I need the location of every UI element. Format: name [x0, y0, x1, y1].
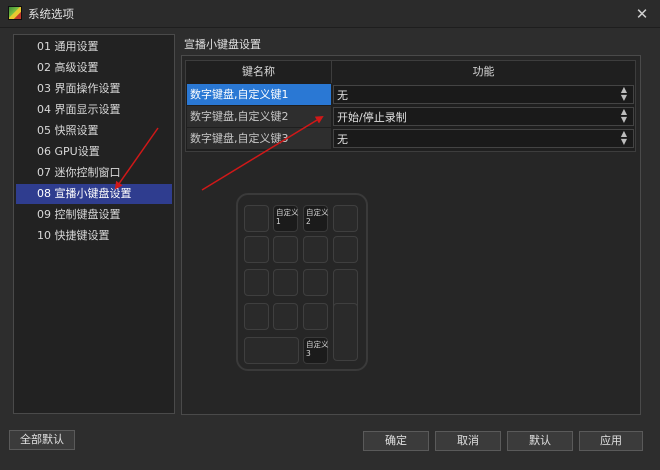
custom-key-3[interactable]: 自定义 3 [303, 337, 329, 364]
custom-key-number: 1 [276, 217, 281, 226]
sidebar-item-ui-operation[interactable]: 03 界面操作设置 [16, 79, 172, 99]
sidebar-item-general[interactable]: 01 通用设置 [16, 37, 172, 57]
updown-arrows-icon: ▲ ▼ [620, 129, 627, 146]
function-select[interactable]: 无 ▲ ▼ [333, 129, 634, 148]
keypad-key [244, 269, 269, 296]
sidebar-item-mini-keypad[interactable]: 08 宣播小键盘设置 [16, 184, 172, 204]
updown-arrows-icon: ▲ ▼ [620, 107, 627, 124]
custom-key-2[interactable]: 自定义 2 [303, 205, 329, 232]
default-button[interactable]: 默认 [507, 431, 573, 451]
keypad-diagram: 自定义 1 自定义 2 自定义 3 [236, 193, 368, 371]
keypad-key-tall [333, 303, 358, 361]
page-title: 宣播小键盘设置 [184, 38, 261, 51]
updown-arrows-icon: ▲ ▼ [620, 85, 627, 102]
keypad-key [303, 236, 328, 263]
key-name-cell[interactable]: 数字键盘,自定义键2 [187, 106, 331, 127]
sidebar-item-shortcuts[interactable]: 10 快捷键设置 [16, 226, 172, 246]
custom-key-number: 2 [306, 217, 311, 226]
table-row[interactable]: 数字键盘,自定义键3 无 ▲ ▼ [186, 128, 635, 150]
custom-key-label: 自定义 [276, 208, 299, 217]
function-select-value: 开始/停止录制 [337, 111, 407, 124]
keypad-key [273, 269, 298, 296]
sidebar-item-mini-window[interactable]: 07 迷你控制窗口 [16, 163, 172, 183]
sidebar-item-snapshot[interactable]: 05 快照设置 [16, 121, 172, 141]
window-title: 系统选项 [28, 7, 74, 21]
close-icon[interactable]: ✕ [632, 4, 652, 24]
function-select[interactable]: 无 ▲ ▼ [333, 85, 634, 104]
table-row[interactable]: 数字键盘,自定义键1 无 ▲ ▼ [186, 84, 635, 106]
keypad-key [333, 236, 358, 263]
function-select[interactable]: 开始/停止录制 ▲ ▼ [333, 107, 634, 126]
key-name-cell[interactable]: 数字键盘,自定义键1 [187, 84, 331, 105]
keypad-key [244, 303, 269, 330]
function-select-value: 无 [337, 133, 348, 146]
cancel-button[interactable]: 取消 [435, 431, 501, 451]
custom-key-label: 自定义 [306, 340, 329, 349]
key-name-cell[interactable]: 数字键盘,自定义键3 [187, 128, 331, 149]
keypad-key [273, 236, 298, 263]
sidebar-item-ui-display[interactable]: 04 界面显示设置 [16, 100, 172, 120]
sidebar-item-advanced[interactable]: 02 高级设置 [16, 58, 172, 78]
keypad-key [244, 236, 269, 263]
sidebar-item-control-keyboard[interactable]: 09 控制键盘设置 [16, 205, 172, 225]
app-icon [8, 6, 22, 20]
reset-all-button[interactable]: 全部默认 [9, 430, 75, 450]
table-row[interactable]: 数字键盘,自定义键2 开始/停止录制 ▲ ▼ [186, 106, 635, 128]
title-bar: 系统选项 ✕ [0, 0, 660, 28]
keypad-key [303, 303, 328, 330]
keypad-key [273, 303, 298, 330]
keypad-key [244, 205, 269, 232]
custom-key-number: 3 [306, 349, 311, 358]
ok-button[interactable]: 确定 [363, 431, 429, 451]
key-mapping-table: 键名称 功能 数字键盘,自定义键1 无 ▲ ▼ 数字键盘,自定义键2 开始/停止录… [185, 60, 636, 152]
sidebar-item-gpu[interactable]: 06 GPU设置 [16, 142, 172, 162]
sidebar: 01 通用设置 02 高级设置 03 界面操作设置 04 界面显示设置 05 快… [13, 34, 175, 414]
custom-key-label: 自定义 [306, 208, 329, 217]
apply-button[interactable]: 应用 [579, 431, 643, 451]
function-select-value: 无 [337, 89, 348, 102]
custom-key-1[interactable]: 自定义 1 [273, 205, 299, 232]
keypad-key [333, 205, 358, 232]
column-header-function: 功能 [472, 65, 495, 78]
keypad-key [303, 269, 328, 296]
column-header-key-name: 键名称 [186, 61, 332, 83]
keypad-key-wide [244, 337, 299, 364]
